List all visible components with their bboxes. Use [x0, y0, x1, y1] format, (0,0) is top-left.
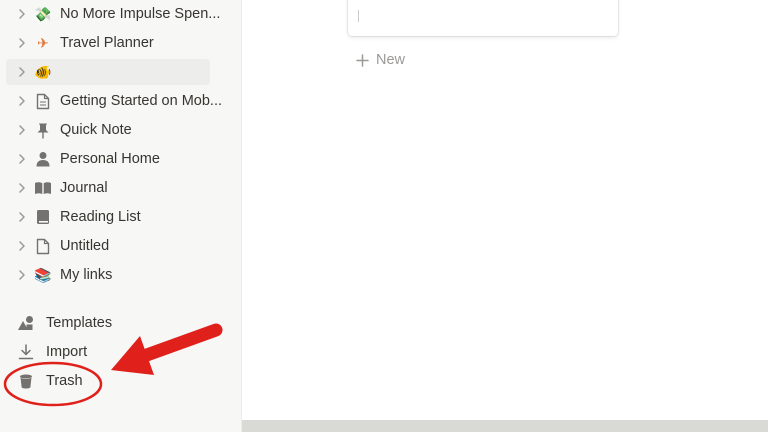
- sidebar-item-my-links[interactable]: 📚 My links: [6, 262, 232, 288]
- open-book-icon: [34, 179, 52, 197]
- sidebar-item-untitled[interactable]: Untitled: [6, 233, 232, 259]
- sidebar-item-personal-home[interactable]: Personal Home: [6, 146, 232, 172]
- app-window: 💸 No More Impulse Spen... ✈ Travel Plann…: [0, 0, 768, 432]
- sidebar-item-journal[interactable]: Journal: [6, 175, 232, 201]
- sidebar-item-label: No More Impulse Spen...: [60, 6, 221, 22]
- chevron-right-icon[interactable]: [14, 238, 30, 254]
- sidebar-item-reading-list[interactable]: Reading List: [6, 204, 232, 230]
- new-label: New: [376, 52, 406, 68]
- download-icon: [16, 342, 36, 362]
- plus-icon: [354, 52, 370, 68]
- person-icon: [34, 150, 52, 168]
- sidebar-item-fish-page[interactable]: 🐠: [6, 59, 210, 85]
- sidebar-item-travel-planner[interactable]: ✈ Travel Planner: [6, 30, 232, 56]
- shapes-icon: [16, 313, 36, 333]
- chevron-right-icon[interactable]: [14, 151, 30, 167]
- sidebar-item-getting-started-on-mobile[interactable]: Getting Started on Mob...: [6, 88, 232, 114]
- fish-emoji-icon: 🐠: [34, 64, 52, 80]
- chevron-right-icon[interactable]: [14, 267, 30, 283]
- sidebar-item-label: Reading List: [60, 209, 141, 225]
- page-icon: [34, 237, 52, 255]
- chevron-right-icon[interactable]: [14, 122, 30, 138]
- chevron-right-icon[interactable]: [14, 64, 30, 80]
- sidebar-item-label: My links: [60, 267, 113, 283]
- sidebar-templates-button[interactable]: Templates: [6, 310, 232, 336]
- sidebar-item-label: Getting Started on Mob...: [60, 93, 223, 109]
- sidebar-item-label: Personal Home: [60, 151, 160, 167]
- chevron-right-icon[interactable]: [14, 209, 30, 225]
- chevron-right-icon[interactable]: [14, 35, 30, 51]
- board-card[interactable]: [348, 0, 618, 36]
- trash-icon: [16, 371, 36, 391]
- sidebar-item-no-more-impulse-spending[interactable]: 💸 No More Impulse Spen...: [6, 1, 232, 27]
- airplane-emoji-icon: ✈: [37, 35, 49, 51]
- sidebar-item-label: Untitled: [60, 238, 110, 254]
- trash-label: Trash: [46, 373, 83, 389]
- books-emoji-icon: 📚: [34, 267, 52, 283]
- chevron-right-icon[interactable]: [14, 6, 30, 22]
- pushpin-icon: [34, 121, 52, 139]
- sidebar-import-button[interactable]: Import: [6, 339, 232, 365]
- book-icon: [34, 208, 52, 226]
- sidebar-item-quick-note[interactable]: Quick Note: [6, 117, 232, 143]
- chevron-right-icon[interactable]: [14, 93, 30, 109]
- sidebar-item-label: Journal: [60, 180, 108, 196]
- main-content: New: [242, 0, 768, 420]
- text-cursor: [358, 10, 359, 22]
- sidebar-item-label: Quick Note: [60, 122, 132, 138]
- import-label: Import: [46, 344, 88, 360]
- templates-label: Templates: [46, 315, 113, 331]
- chevron-right-icon[interactable]: [14, 180, 30, 196]
- page-icon: [34, 92, 52, 110]
- sidebar-trash-button[interactable]: Trash: [6, 368, 232, 394]
- horizontal-scrollbar[interactable]: [242, 420, 768, 432]
- sidebar-item-label: Travel Planner: [60, 35, 154, 51]
- money-emoji-icon: 💸: [34, 6, 52, 22]
- sidebar: 💸 No More Impulse Spen... ✈ Travel Plann…: [0, 0, 242, 432]
- new-card-button[interactable]: New: [354, 49, 405, 71]
